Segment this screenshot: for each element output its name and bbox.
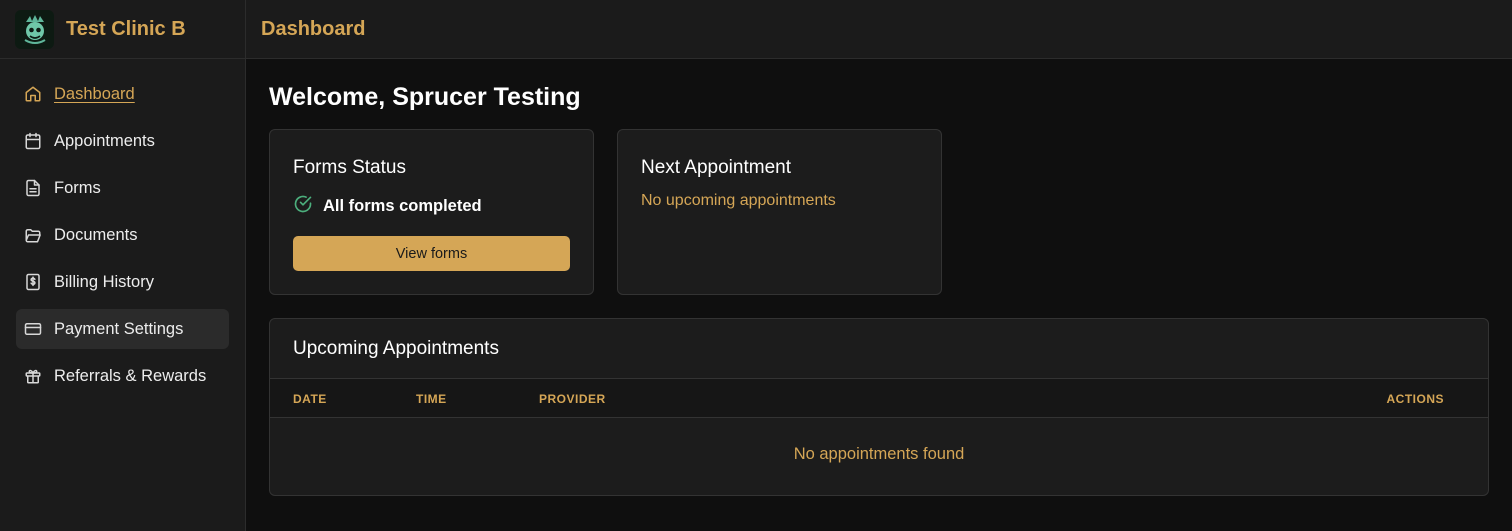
page-title: Dashboard <box>261 17 366 40</box>
sidebar-item-appointments[interactable]: Appointments <box>16 121 229 161</box>
calendar-icon <box>24 132 42 150</box>
brand-header: Test Clinic B <box>0 0 245 59</box>
home-icon <box>24 85 42 103</box>
document-icon <box>24 179 42 197</box>
sidebar-item-documents[interactable]: Documents <box>16 215 229 255</box>
sidebar: Test Clinic B Dashboard Appointments For… <box>0 0 246 531</box>
column-header-provider: PROVIDER <box>539 392 606 406</box>
clinic-name: Test Clinic B <box>66 17 186 40</box>
forms-status-title: Forms Status <box>293 157 406 178</box>
folder-icon <box>24 226 42 244</box>
sidebar-item-forms[interactable]: Forms <box>16 168 229 208</box>
forms-status-text: All forms completed <box>323 197 482 215</box>
sidebar-item-label: Payment Settings <box>54 319 184 338</box>
gift-icon <box>24 367 42 385</box>
next-appointment-card: Next Appointment No upcoming appointment… <box>617 129 942 295</box>
forms-status-line: All forms completed <box>293 194 482 219</box>
top-bar: Dashboard <box>246 0 1512 59</box>
upcoming-appointments-card: Upcoming Appointments DATE TIME PROVIDER… <box>269 318 1489 496</box>
receipt-icon <box>24 273 42 291</box>
column-header-actions: ACTIONS <box>1386 392 1444 406</box>
credit-card-icon <box>24 320 42 338</box>
next-appointment-title: Next Appointment <box>641 157 791 178</box>
table-empty-message: No appointments found <box>793 445 965 463</box>
next-appointment-empty: No upcoming appointments <box>641 192 836 209</box>
sidebar-nav: Dashboard Appointments Forms Documents B… <box>0 59 245 396</box>
sidebar-item-referrals-rewards[interactable]: Referrals & Rewards <box>16 356 229 396</box>
main-content: Welcome, Sprucer Testing Forms Status Al… <box>246 59 1512 531</box>
sidebar-item-label: Appointments <box>54 131 155 150</box>
view-forms-button[interactable]: View forms <box>293 236 570 271</box>
welcome-heading: Welcome, Sprucer Testing <box>269 83 581 111</box>
sidebar-item-dashboard[interactable]: Dashboard <box>16 74 229 114</box>
sidebar-item-label: Dashboard <box>54 84 135 103</box>
sidebar-item-label: Referrals & Rewards <box>54 366 207 385</box>
sidebar-item-label: Billing History <box>54 272 154 291</box>
clinic-logo <box>15 9 54 49</box>
sidebar-item-billing-history[interactable]: Billing History <box>16 262 229 302</box>
sidebar-item-label: Forms <box>54 178 101 197</box>
upcoming-appointments-title: Upcoming Appointments <box>293 338 499 359</box>
table-header: DATE TIME PROVIDER ACTIONS <box>270 378 1488 418</box>
sidebar-item-label: Documents <box>54 225 138 244</box>
check-circle-icon <box>293 194 313 219</box>
sidebar-item-payment-settings[interactable]: Payment Settings <box>16 309 229 349</box>
forms-status-card: Forms Status All forms completed View fo… <box>269 129 594 295</box>
column-header-time: TIME <box>416 392 447 406</box>
column-header-date: DATE <box>293 392 327 406</box>
